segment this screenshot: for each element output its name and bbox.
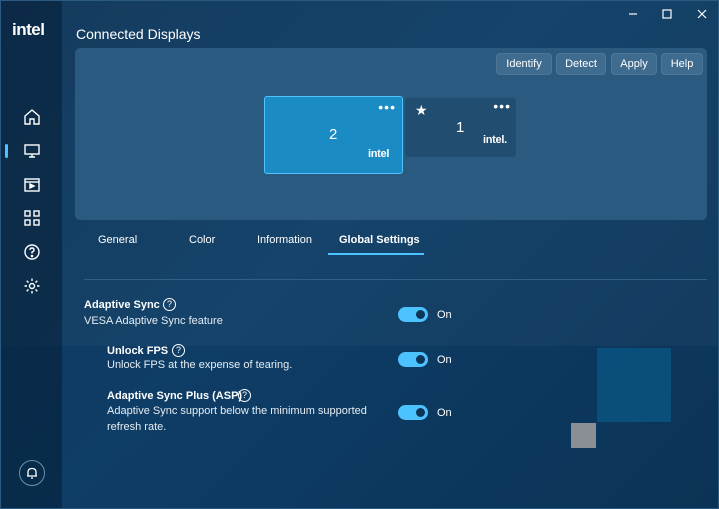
more-options-icon[interactable]: ••• xyxy=(378,100,396,114)
page-title: Connected Displays xyxy=(76,26,201,42)
setting-title-unlock-fps: Unlock FPS xyxy=(107,345,169,357)
apps-grid-icon[interactable] xyxy=(21,207,43,229)
intel-logo: intel xyxy=(12,20,45,39)
setting-title-asp: Adaptive Sync Plus (ASP) xyxy=(107,390,243,402)
asp-toggle[interactable] xyxy=(398,405,428,420)
decorative-square-small xyxy=(571,423,596,448)
home-icon[interactable] xyxy=(21,106,43,128)
active-tab-indicator xyxy=(328,253,424,255)
help-button[interactable]: Help xyxy=(661,53,703,75)
toggle-knob xyxy=(416,310,425,319)
adaptive-sync-toggle[interactable] xyxy=(398,307,428,322)
setting-desc-asp-line1: Adaptive Sync support below the minimum … xyxy=(107,405,367,417)
info-icon[interactable]: ? xyxy=(163,298,176,311)
setting-desc-asp-line2: refresh rate. xyxy=(107,421,167,433)
toggle-state-label: On xyxy=(437,309,452,321)
setting-title-adaptive-sync: Adaptive Sync xyxy=(84,299,160,311)
primary-display-star-icon: ★ xyxy=(415,102,428,118)
sidebar: intel xyxy=(1,1,62,508)
display-icon[interactable] xyxy=(21,140,43,162)
toggle-knob xyxy=(416,408,425,417)
display-brand: intel xyxy=(368,148,390,160)
gear-icon[interactable] xyxy=(21,275,43,297)
tab-information[interactable]: Information xyxy=(257,234,312,246)
minimize-icon[interactable] xyxy=(623,6,643,22)
detect-button[interactable]: Detect xyxy=(556,53,606,75)
unlock-fps-toggle[interactable] xyxy=(398,352,428,367)
tab-general[interactable]: General xyxy=(98,234,137,246)
decorative-square xyxy=(597,348,671,422)
toggle-knob xyxy=(416,355,425,364)
divider xyxy=(84,279,707,280)
apply-button[interactable]: Apply xyxy=(611,53,657,75)
toggle-state-label: On xyxy=(437,354,452,366)
display-2-tile[interactable]: ••• 2 intel xyxy=(264,96,403,174)
tab-color[interactable]: Color xyxy=(189,234,215,246)
more-options-icon[interactable]: ••• xyxy=(493,99,511,113)
video-icon[interactable] xyxy=(21,174,43,196)
info-icon[interactable]: ? xyxy=(238,389,251,402)
setting-desc-unlock-fps: Unlock FPS at the expense of tearing. xyxy=(107,359,293,371)
help-icon[interactable] xyxy=(21,241,43,263)
active-nav-indicator xyxy=(5,144,8,158)
maximize-icon[interactable] xyxy=(657,6,677,22)
bell-icon[interactable] xyxy=(19,460,45,486)
close-icon[interactable] xyxy=(692,6,712,22)
display-number: 1 xyxy=(456,119,465,136)
setting-desc-adaptive-sync: VESA Adaptive Sync feature xyxy=(84,315,223,327)
toggle-state-label: On xyxy=(437,407,452,419)
app-window: intel Connected Displays Identify Detect… xyxy=(0,0,719,509)
display-number: 2 xyxy=(329,126,338,143)
identify-button[interactable]: Identify xyxy=(496,53,552,75)
display-brand: intel. xyxy=(483,134,507,146)
info-icon[interactable]: ? xyxy=(172,344,185,357)
tab-global-settings[interactable]: Global Settings xyxy=(339,234,420,246)
